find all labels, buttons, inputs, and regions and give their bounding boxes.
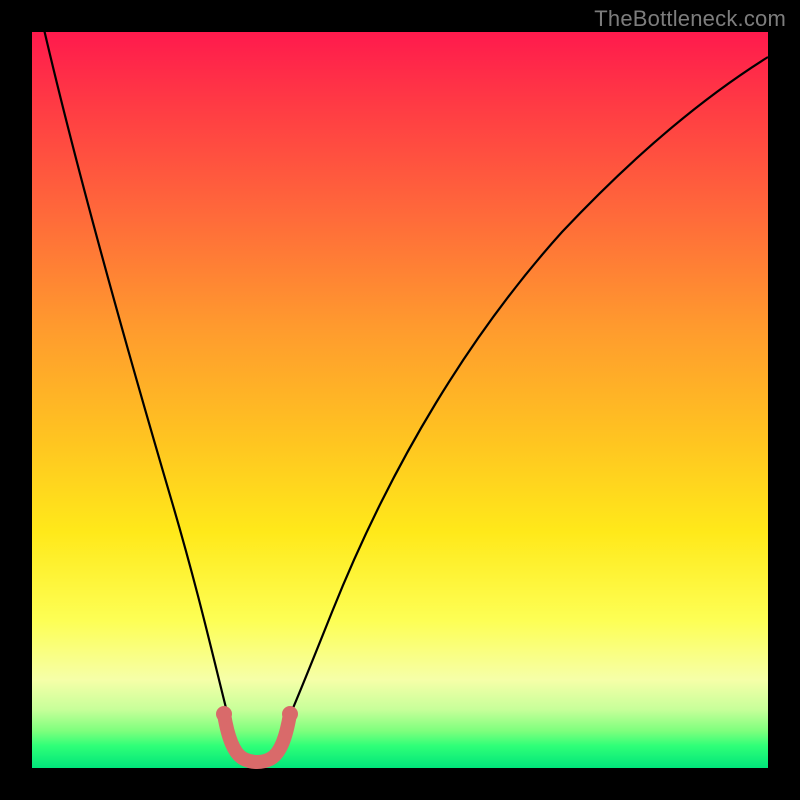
- bottleneck-curve-svg: [32, 32, 768, 768]
- valley-marker-dot-right: [282, 706, 298, 722]
- watermark-text: TheBottleneck.com: [594, 6, 786, 32]
- valley-marker-dot-left: [216, 706, 232, 722]
- valley-marker: [224, 714, 290, 762]
- chart-frame: TheBottleneck.com: [0, 0, 800, 800]
- bottleneck-curve: [40, 12, 768, 760]
- plot-area: [32, 32, 768, 768]
